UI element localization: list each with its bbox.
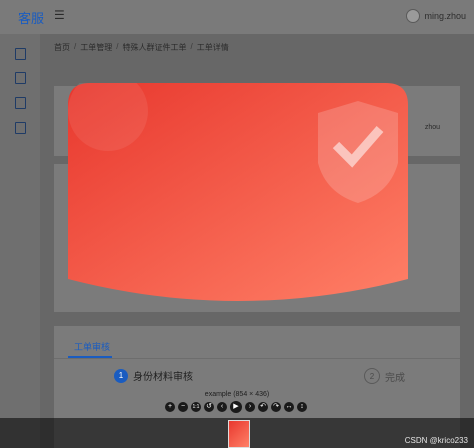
- avatar[interactable]: [406, 9, 421, 23]
- play-icon[interactable]: ▶: [230, 401, 242, 413]
- step-label: 身份材料审核: [133, 372, 193, 383]
- document-icon[interactable]: [15, 97, 26, 109]
- menu-toggle-icon[interactable]: ☰: [54, 9, 66, 21]
- step-number: 1: [114, 368, 128, 383]
- flip-vertical-icon[interactable]: ↕: [297, 402, 307, 412]
- step-complete: 2 完成: [364, 368, 405, 384]
- user-menu[interactable]: ming.zhou: [406, 9, 466, 23]
- tab-review[interactable]: 工单审核: [74, 340, 110, 353]
- top-bar: 客服 ☰ ming.zhou: [0, 0, 474, 34]
- one-to-one-icon[interactable]: 1:1: [191, 402, 201, 412]
- flip-horizontal-icon[interactable]: ↔: [284, 402, 294, 412]
- rotate-right-icon[interactable]: ↷: [271, 402, 281, 412]
- document-icon[interactable]: [15, 48, 26, 60]
- breadcrumb-item: 工单详情: [196, 43, 229, 52]
- breadcrumb-item[interactable]: 首页: [54, 42, 70, 53]
- breadcrumb-separator: /: [74, 42, 77, 51]
- card-text: zhou: [424, 124, 440, 131]
- breadcrumb-separator: /: [116, 42, 119, 51]
- zoom-out-icon[interactable]: −: [178, 402, 188, 412]
- reset-icon[interactable]: ↺: [204, 402, 214, 412]
- next-icon[interactable]: ›: [245, 402, 255, 412]
- breadcrumb-separator: /: [190, 42, 193, 51]
- sidebar: [0, 34, 40, 448]
- step-label: 完成: [385, 372, 405, 384]
- rotate-left-icon[interactable]: ↶: [258, 402, 268, 412]
- step-identity-review: 1 身份材料审核: [114, 368, 193, 383]
- image-caption: example (854 × 436): [204, 391, 270, 398]
- breadcrumb-item[interactable]: 工单管理: [80, 42, 112, 53]
- user-name[interactable]: ming.zhou: [424, 11, 466, 21]
- preview-image[interactable]: [68, 83, 408, 307]
- step-number: 2: [364, 368, 380, 384]
- prev-icon[interactable]: ‹: [217, 402, 227, 412]
- breadcrumb-item[interactable]: 特殊人群证件工单: [122, 42, 186, 53]
- watermark: CSDN @krico233: [404, 436, 468, 445]
- viewer-toolbar: + − 1:1 ↺ ‹ ▶ › ↶ ↷ ↔ ↕: [165, 401, 307, 413]
- breadcrumb: 首页 / 工单管理 / 特殊人群证件工单 / 工单详情: [54, 42, 229, 53]
- document-icon[interactable]: [15, 122, 26, 134]
- document-icon[interactable]: [15, 72, 26, 84]
- zoom-in-icon[interactable]: +: [165, 402, 175, 412]
- tab-divider: [54, 358, 460, 359]
- thumbnail[interactable]: [228, 420, 250, 448]
- brand-logo[interactable]: 客服: [18, 8, 44, 27]
